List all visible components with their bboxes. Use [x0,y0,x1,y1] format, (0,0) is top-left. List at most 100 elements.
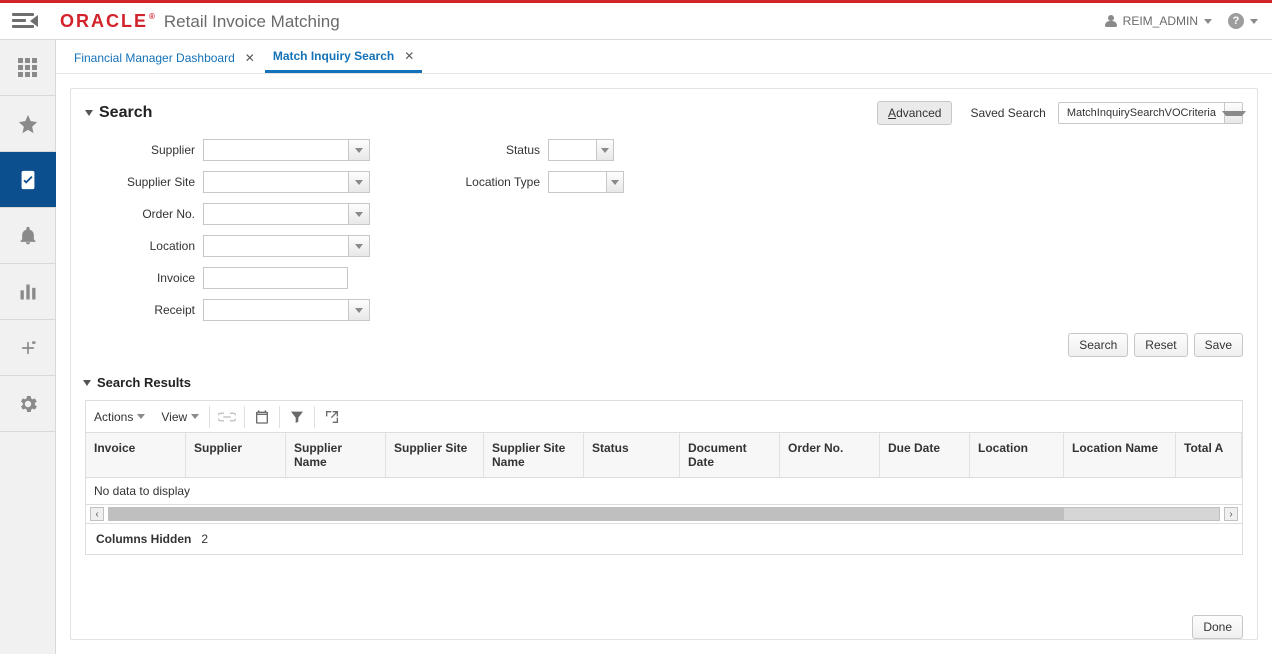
supplier-site-label: Supplier Site [95,175,195,189]
location-type-select[interactable] [548,171,624,193]
scroll-right-icon[interactable]: › [1224,507,1238,521]
search-actions: Search Reset Save [85,333,1243,357]
col-status[interactable]: Status [584,433,680,477]
col-total[interactable]: Total A [1176,433,1242,477]
tab-label: Financial Manager Dashboard [74,51,235,65]
rail-tasks-icon[interactable] [0,152,56,208]
menu-toggle-icon[interactable] [12,13,34,29]
rail-apps-icon[interactable] [0,40,56,96]
supplier-text[interactable] [203,139,348,161]
chevron-down-icon [1250,19,1258,24]
results-header: Search Results [83,375,1243,390]
scroll-track[interactable] [108,507,1220,521]
search-form: Supplier Supplier Site [95,139,1243,321]
columns-hidden-bar: Columns Hidden 2 [85,524,1243,555]
scroll-thumb[interactable] [109,508,1064,520]
close-icon[interactable]: ✕ [245,51,255,65]
close-icon[interactable]: ✕ [404,49,414,63]
user-name: REIM_ADMIN [1123,14,1198,28]
results-title: Search Results [97,375,191,390]
left-rail [0,40,56,654]
filter-icon[interactable] [282,401,312,433]
done-button[interactable]: Done [1192,615,1243,639]
col-order-no[interactable]: Order No. [780,433,880,477]
col-supplier[interactable]: Supplier [186,433,286,477]
user-menu[interactable]: REIM_ADMIN ? [1105,13,1258,29]
scroll-left-icon[interactable]: ‹ [90,507,104,521]
field-invoice: Invoice [95,267,370,289]
saved-search-label: Saved Search [970,106,1045,120]
supplier-site-input[interactable] [203,171,370,193]
order-no-input[interactable] [203,203,370,225]
order-no-text[interactable] [203,203,348,225]
location-label: Location [95,239,195,253]
status-select[interactable] [548,139,614,161]
lov-icon[interactable] [348,139,370,161]
disclosure-icon[interactable] [83,380,91,386]
results-grid-body: No data to display [85,478,1243,505]
rail-settings-icon[interactable] [0,376,56,432]
lov-icon[interactable] [348,235,370,257]
saved-search-value: MatchInquirySearchVOCriteria [1059,107,1224,119]
col-supplier-site-name[interactable]: Supplier Site Name [484,433,584,477]
chevron-down-icon[interactable] [596,139,614,161]
save-button[interactable]: Save [1194,333,1243,357]
chevron-down-icon [191,414,199,419]
field-supplier-site: Supplier Site [95,171,370,193]
advanced-button[interactable]: Advanced [877,101,952,125]
col-location-name[interactable]: Location Name [1064,433,1176,477]
location-type-text[interactable] [548,171,606,193]
lov-icon[interactable] [348,171,370,193]
col-supplier-name[interactable]: Supplier Name [286,433,386,477]
help-icon[interactable]: ? [1228,13,1244,29]
columns-hidden-label: Columns Hidden [96,532,191,546]
actions-menu[interactable]: Actions [86,401,153,433]
invoice-label: Invoice [95,271,195,285]
tab-label: Match Inquiry Search [273,49,394,63]
receipt-text[interactable] [203,299,348,321]
col-location[interactable]: Location [970,433,1064,477]
tab-match-inquiry-search[interactable]: Match Inquiry Search ✕ [265,49,422,73]
location-type-label: Location Type [410,175,540,189]
col-document-date[interactable]: Document Date [680,433,780,477]
field-receipt: Receipt [95,299,370,321]
rail-add-icon[interactable] [0,320,56,376]
col-invoice[interactable]: Invoice [86,433,186,477]
col-supplier-site[interactable]: Supplier Site [386,433,484,477]
brand: ORACLE Retail Invoice Matching [60,11,340,32]
supplier-site-text[interactable] [203,171,348,193]
saved-search-select[interactable]: MatchInquirySearchVOCriteria [1058,102,1243,124]
disclosure-icon[interactable] [85,110,93,116]
col-due-date[interactable]: Due Date [880,433,970,477]
detach-icon[interactable] [317,401,347,433]
supplier-label: Supplier [95,143,195,157]
lov-icon[interactable] [348,299,370,321]
rail-star-icon[interactable] [0,96,56,152]
receipt-input[interactable] [203,299,370,321]
invoice-text[interactable] [203,267,348,289]
reset-button[interactable]: Reset [1134,333,1187,357]
results-hscroll[interactable]: ‹ › [85,505,1243,524]
main-area: Financial Manager Dashboard ✕ Match Inqu… [56,40,1272,654]
field-location: Location [95,235,370,257]
calendar-icon[interactable] [247,401,277,433]
status-text[interactable] [548,139,596,161]
invoice-input[interactable] [203,267,348,289]
supplier-input[interactable] [203,139,370,161]
view-menu[interactable]: View [153,401,207,433]
tab-financial-dashboard[interactable]: Financial Manager Dashboard ✕ [66,51,263,73]
search-button[interactable]: Search [1068,333,1128,357]
chevron-down-icon[interactable] [1224,103,1242,123]
location-input[interactable] [203,235,370,257]
location-text[interactable] [203,235,348,257]
rail-reports-icon[interactable] [0,264,56,320]
receipt-label: Receipt [95,303,195,317]
order-no-label: Order No. [95,207,195,221]
chevron-down-icon[interactable] [606,171,624,193]
results-grid-header: Invoice Supplier Supplier Name Supplier … [85,432,1243,478]
lov-icon[interactable] [348,203,370,225]
field-supplier: Supplier [95,139,370,161]
content-panel: Search Advanced Saved Search MatchInquir… [70,88,1258,640]
user-icon [1105,15,1117,27]
rail-bell-icon[interactable] [0,208,56,264]
